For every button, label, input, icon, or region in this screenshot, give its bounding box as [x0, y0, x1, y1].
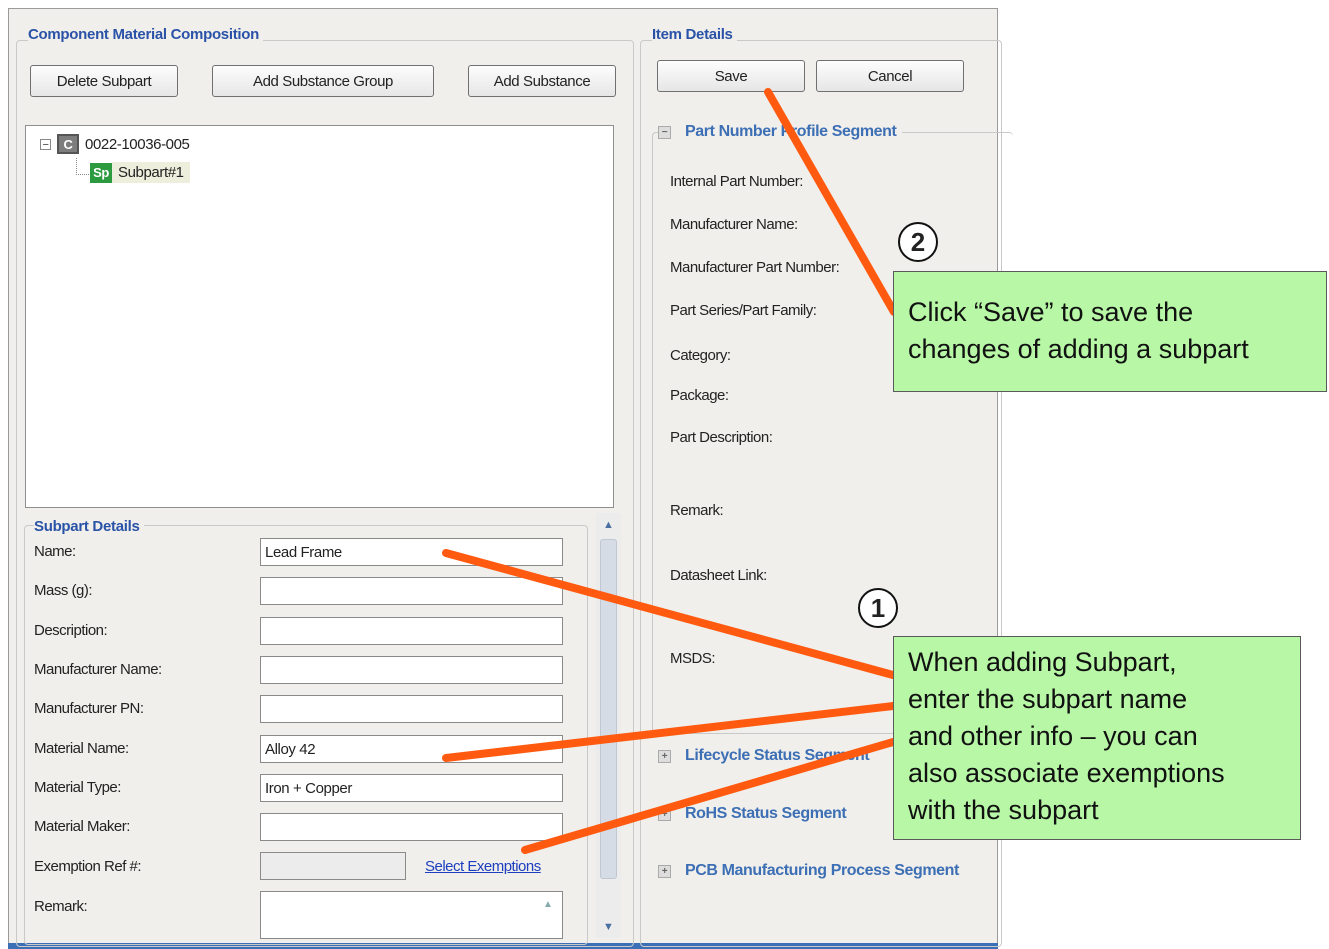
step-1-line-5: with the subpart: [908, 795, 1099, 825]
step-1-line-4: also associate exemptions: [908, 758, 1225, 788]
step-2-badge: 2: [898, 222, 938, 262]
step-1-badge: 1: [858, 588, 898, 628]
step-1-line-3: and other info – you can: [908, 721, 1198, 751]
step-2-line-2: changes of adding a subpart: [908, 334, 1249, 364]
arrow-to-save: [764, 88, 898, 316]
step-1-callout: When adding Subpart, enter the subpart n…: [893, 636, 1301, 840]
arrow-to-select-exemptions: [521, 738, 897, 854]
arrow-to-name-field: [442, 549, 897, 679]
step-1-line-2: enter the subpart name: [908, 684, 1188, 714]
step-2-callout: Click “Save” to save the changes of addi…: [893, 271, 1327, 392]
step-2-line-1: Click “Save” to save the: [908, 297, 1194, 327]
arrow-to-material-name: [442, 702, 897, 762]
step-1-line-1: When adding Subpart,: [908, 647, 1177, 677]
